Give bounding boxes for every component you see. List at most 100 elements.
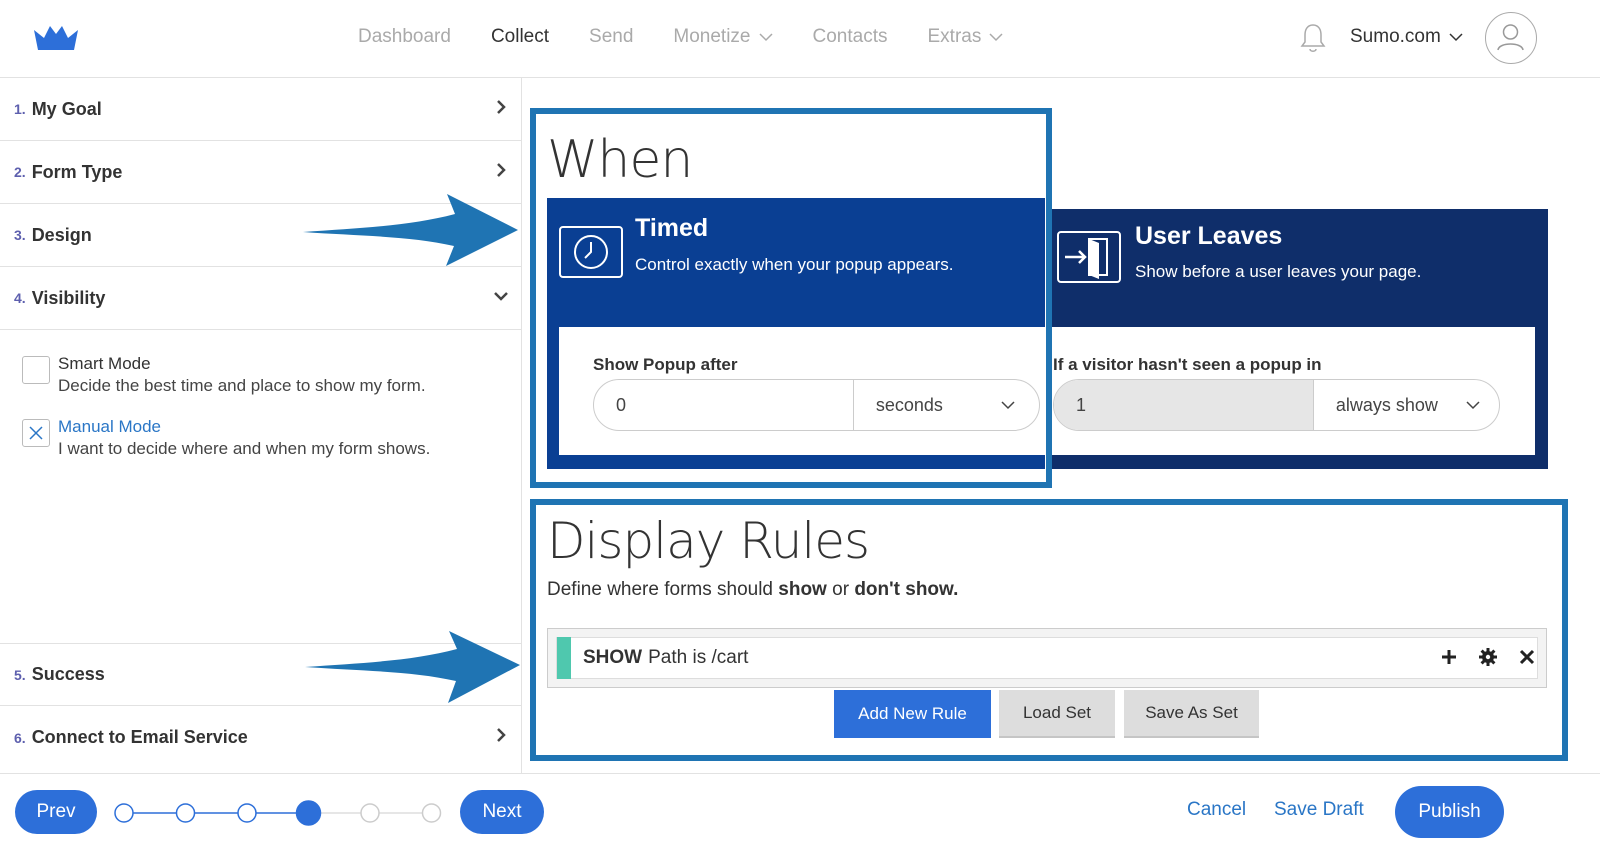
- rule-row: SHOW Path is /cart: [547, 628, 1547, 688]
- nav-label: Contacts: [812, 26, 888, 47]
- close-icon[interactable]: [1517, 647, 1537, 667]
- delay-input-group: 0 seconds: [593, 379, 1040, 431]
- nav-send[interactable]: Send: [589, 26, 633, 48]
- input-value: 1: [1076, 394, 1087, 415]
- step-progress: [114, 800, 442, 826]
- account-name: Sumo.com: [1350, 26, 1441, 47]
- step-connect-email[interactable]: 6. Connect to Email Service: [0, 706, 522, 769]
- nav-dashboard[interactable]: Dashboard: [358, 26, 451, 48]
- progress-step-dot[interactable]: [360, 803, 380, 823]
- rule-item[interactable]: SHOW Path is /cart: [556, 637, 1538, 679]
- annotation-arrow-icon: [303, 194, 518, 266]
- step-my-goal[interactable]: 1. My Goal: [0, 78, 522, 141]
- step-label: Form Type: [31, 161, 123, 182]
- timed-card[interactable]: Timed Control exactly when your popup ap…: [547, 198, 1045, 469]
- manual-mode-option: Manual Mode I want to decide where and w…: [22, 417, 430, 459]
- chevron-down-icon: [1001, 401, 1015, 410]
- card-body: Show Popup after 0 seconds: [559, 327, 1045, 455]
- card-title: User Leaves: [1135, 222, 1283, 250]
- subtitle-bold: show: [778, 579, 827, 600]
- field-label: If a visitor hasn't seen a popup in: [1053, 355, 1322, 374]
- delay-value-input[interactable]: 0: [594, 380, 853, 430]
- chevron-down-icon: [989, 33, 1003, 42]
- select-value: seconds: [875, 394, 943, 415]
- option-title: Smart Mode: [58, 354, 151, 373]
- step-label: Success: [31, 664, 105, 684]
- nav-label: Extras: [927, 26, 982, 47]
- frequency-unit-select[interactable]: always show: [1312, 380, 1499, 430]
- option-desc: I want to decide where and when my form …: [58, 439, 431, 458]
- nav-extras[interactable]: Extras: [928, 26, 1004, 48]
- step-number: 3.: [14, 227, 26, 243]
- user-leaves-card[interactable]: User Leaves Show before a user leaves yo…: [1045, 209, 1548, 469]
- user-icon: [1497, 24, 1524, 51]
- card-desc: Control exactly when your popup appears.: [635, 255, 954, 274]
- chevron-down-icon: [1449, 33, 1463, 42]
- chevron-right-icon: [497, 100, 506, 114]
- step-label: Design: [31, 224, 92, 245]
- card-body: If a visitor hasn't seen a popup in 1 al…: [1045, 327, 1535, 455]
- rule-status-bar: [557, 637, 571, 679]
- gear-icon[interactable]: [1478, 647, 1498, 667]
- step-visibility[interactable]: 4. Visibility: [0, 267, 522, 330]
- chevron-down-icon: [1466, 401, 1480, 410]
- next-button[interactable]: Next: [460, 790, 544, 834]
- progress-step-dot[interactable]: [295, 800, 322, 826]
- select-value: always show: [1335, 394, 1438, 415]
- nav-monetize[interactable]: Monetize: [673, 26, 773, 48]
- chevron-right-icon: [497, 728, 506, 742]
- option-title: Manual Mode: [58, 417, 162, 436]
- progress-step-dot[interactable]: [237, 803, 257, 823]
- delay-unit-select[interactable]: seconds: [852, 380, 1039, 430]
- step-number: 6.: [14, 729, 26, 746]
- prev-button[interactable]: Prev: [15, 790, 97, 834]
- account-menu[interactable]: Sumo.com: [1350, 26, 1463, 48]
- progress-step-dot[interactable]: [175, 803, 196, 823]
- nav-label: Monetize: [673, 26, 751, 47]
- avatar[interactable]: [1485, 12, 1537, 64]
- subtitle-text: Define where forms should: [547, 579, 773, 600]
- subtitle-text: or: [832, 579, 850, 600]
- smart-mode-checkbox[interactable]: [22, 356, 50, 384]
- cancel-link[interactable]: Cancel: [1187, 799, 1246, 821]
- card-title: Timed: [635, 214, 709, 242]
- add-new-rule-button[interactable]: Add New Rule: [834, 690, 991, 738]
- progress-step-dot[interactable]: [114, 803, 134, 823]
- chevron-right-icon: [497, 163, 506, 177]
- plus-icon[interactable]: [1439, 647, 1459, 667]
- nav-label: Dashboard: [358, 26, 451, 47]
- when-heading: When: [547, 130, 693, 190]
- rule-condition: Path is /cart: [648, 647, 749, 668]
- progress-step-dot[interactable]: [421, 803, 442, 823]
- main-nav: Dashboard Collect Send Monetize Contacts…: [358, 26, 1043, 48]
- step-number: 5.: [14, 666, 26, 683]
- step-number: 2.: [14, 164, 26, 180]
- step-label: Visibility: [31, 287, 106, 308]
- save-draft-link[interactable]: Save Draft: [1274, 799, 1364, 821]
- annotation-arrow-icon: [305, 631, 520, 703]
- card-desc: Show before a user leaves your page.: [1135, 262, 1422, 281]
- display-rules-heading: Display Rules: [547, 512, 870, 570]
- save-as-set-button[interactable]: Save As Set: [1124, 690, 1259, 738]
- exit-door-icon: [1057, 231, 1121, 283]
- nav-label: Send: [589, 26, 634, 47]
- nav-collect[interactable]: Collect: [491, 26, 549, 48]
- load-set-button[interactable]: Load Set: [999, 690, 1115, 738]
- check-x-icon: [29, 426, 43, 440]
- step-label: Connect to Email Service: [31, 727, 248, 747]
- step-label: My Goal: [31, 98, 102, 119]
- chevron-down-icon: [494, 292, 508, 301]
- display-rules-subtitle: Define where forms should show or don't …: [547, 579, 958, 601]
- crown-logo-icon[interactable]: [32, 24, 80, 52]
- top-nav-bar: Dashboard Collect Send Monetize Contacts…: [0, 0, 1600, 78]
- input-value: 0: [616, 394, 627, 415]
- manual-mode-checkbox[interactable]: [22, 419, 50, 447]
- frequency-value-input[interactable]: 1: [1054, 380, 1313, 430]
- smart-mode-option: Smart Mode Decide the best time and plac…: [22, 354, 426, 396]
- bell-icon[interactable]: [1298, 22, 1328, 54]
- nav-label: Collect: [490, 26, 550, 47]
- rule-action: SHOW: [583, 647, 643, 668]
- publish-button[interactable]: Publish: [1395, 786, 1504, 838]
- nav-contacts[interactable]: Contacts: [813, 26, 888, 48]
- field-label: Show Popup after: [593, 355, 738, 374]
